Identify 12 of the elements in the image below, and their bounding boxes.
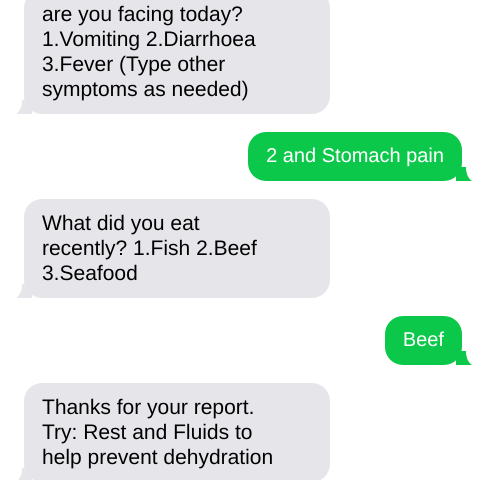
message-text: symptoms as needed): [42, 77, 250, 102]
message-text: 3.Fever (Type other: [42, 52, 226, 77]
message-text: help prevent dehydration: [42, 445, 274, 470]
message-text: recently? 1.Fish 2.Beef: [42, 236, 258, 261]
message-text: are you facing today?: [42, 2, 244, 27]
message-text: Thanks for your report.: [42, 395, 256, 420]
message-text: Try: Rest and Fluids to: [42, 420, 254, 445]
message-text: 3.Seafood: [42, 261, 139, 286]
message-text: 2 and Stomach pain: [266, 144, 444, 169]
message-text: Beef: [402, 328, 444, 353]
message-text: 1.Vomiting 2.Diarrhoea: [42, 27, 257, 52]
message-text: What did you eat: [42, 211, 201, 236]
